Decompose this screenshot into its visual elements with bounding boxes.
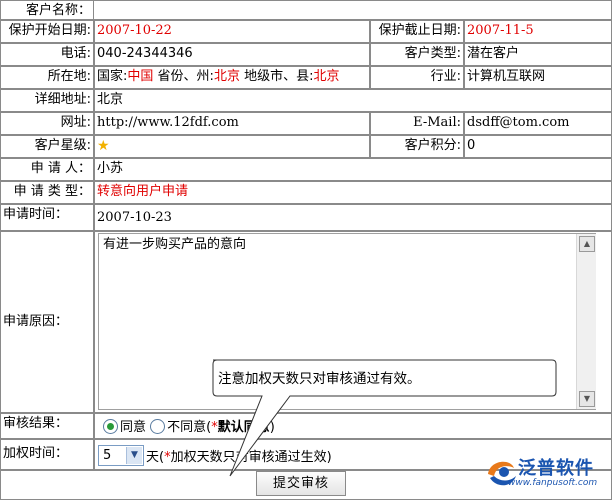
callout-bubble [212,359,557,477]
callout-text: 注意加权天数只对审核通过有效。 [218,371,421,387]
logo-url: www.fanpusoft.com [508,478,598,488]
logo-name: 泛普软件 [518,458,594,479]
logo-dot [499,467,509,477]
